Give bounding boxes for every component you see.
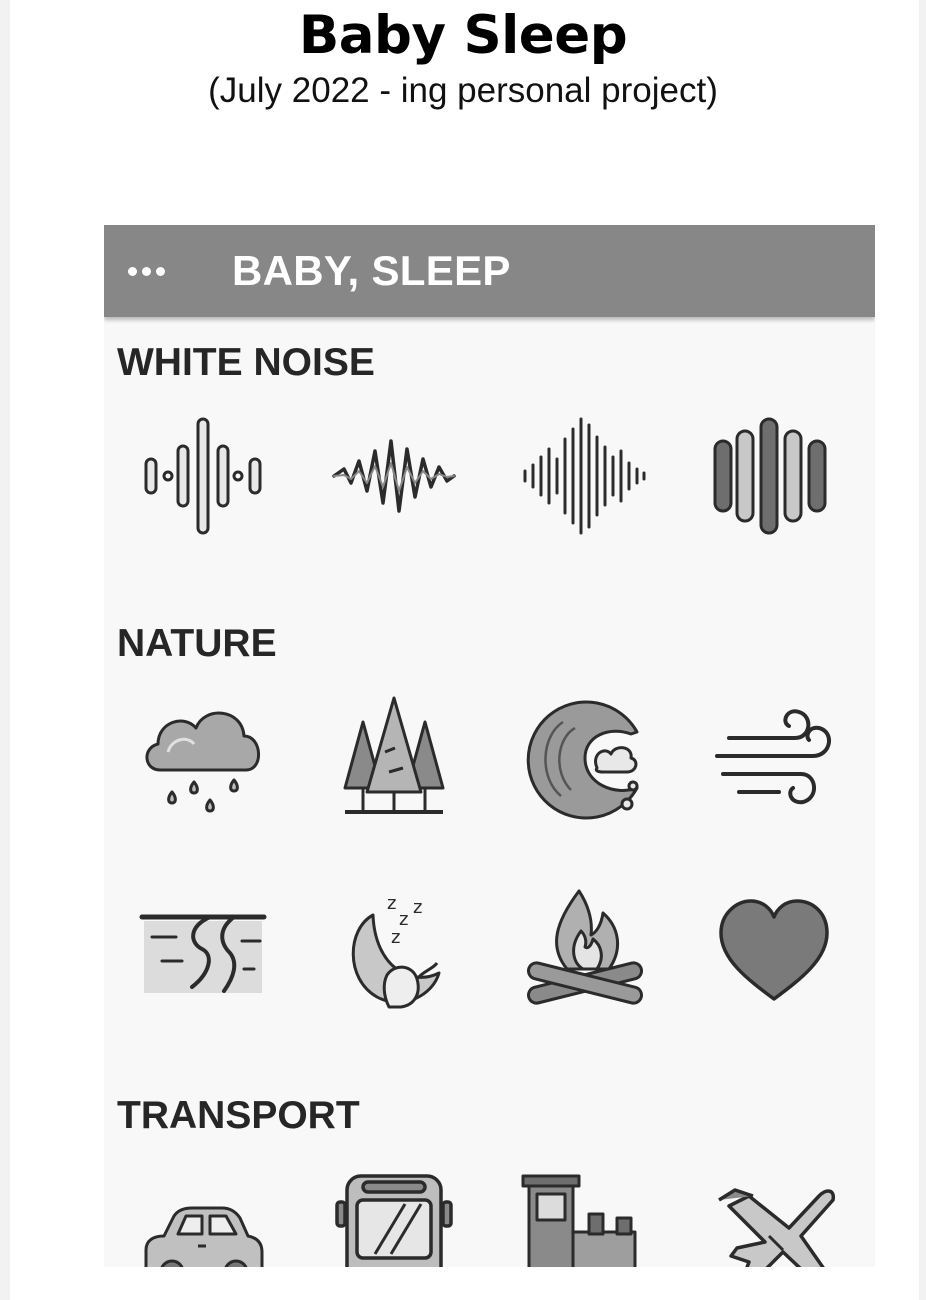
airplane-icon [718,1188,836,1267]
sound-wave-1-icon [144,417,262,535]
bus-icon [335,1174,453,1267]
sound-button-white-noise-4[interactable] [704,406,844,546]
section-title-white-noise: WHITE NOISE [117,341,375,384]
sound-wave-4-icon [713,417,827,535]
svg-text:z: z [391,927,400,948]
heartbeat-icon [719,899,829,1001]
section-title-transport: TRANSPORT [117,1094,360,1137]
sound-button-forest[interactable] [324,687,464,827]
sound-button-campfire[interactable] [514,878,654,1018]
sound-button-airplane[interactable] [704,1161,844,1267]
section-title-nature: NATURE [117,622,277,665]
sound-button-wind[interactable] [704,687,844,827]
app-bar: BABY, SLEEP [104,225,875,317]
app-title: BABY, SLEEP [232,247,511,294]
more-dots-icon [127,266,137,276]
sound-button-river[interactable] [133,878,273,1018]
moon-sleep-icon: z z z z [351,893,441,1009]
sound-button-rain[interactable] [133,687,273,827]
more-dots-icon [141,266,151,276]
sound-button-ocean[interactable] [514,687,654,827]
sound-button-car[interactable] [133,1161,273,1267]
car-icon [144,1206,264,1267]
sound-wave-3-icon [523,417,646,535]
sound-button-moon[interactable]: z z z z [324,878,464,1018]
campfire-icon [526,889,644,1005]
river-icon [139,914,267,993]
sound-button-white-noise-1[interactable] [133,406,273,546]
sound-button-white-noise-2[interactable] [324,406,464,546]
sound-button-train[interactable] [514,1161,654,1267]
page-title: Baby Sleep [298,5,628,66]
sound-button-heartbeat[interactable] [704,878,844,1018]
rain-cloud-icon [145,711,260,813]
sound-button-white-noise-3[interactable] [514,406,654,546]
svg-text:z: z [413,897,422,918]
more-dots-icon [155,266,165,276]
app-screen: BABY, SLEEP WHITE NOISE NATURE z z z z T… [104,225,875,1267]
wind-icon [715,709,831,805]
page-subtitle: (July 2022 - ing personal project) [208,71,718,110]
page-edge-left [0,0,10,1300]
page-edge-right [919,0,926,1300]
forest-icon [343,696,445,814]
sound-wave-2-icon [332,439,456,513]
menu-button[interactable] [118,251,174,291]
train-icon [521,1174,637,1267]
svg-text:z: z [387,893,396,914]
ocean-wave-icon [526,700,639,820]
sound-button-bus[interactable] [324,1161,464,1267]
